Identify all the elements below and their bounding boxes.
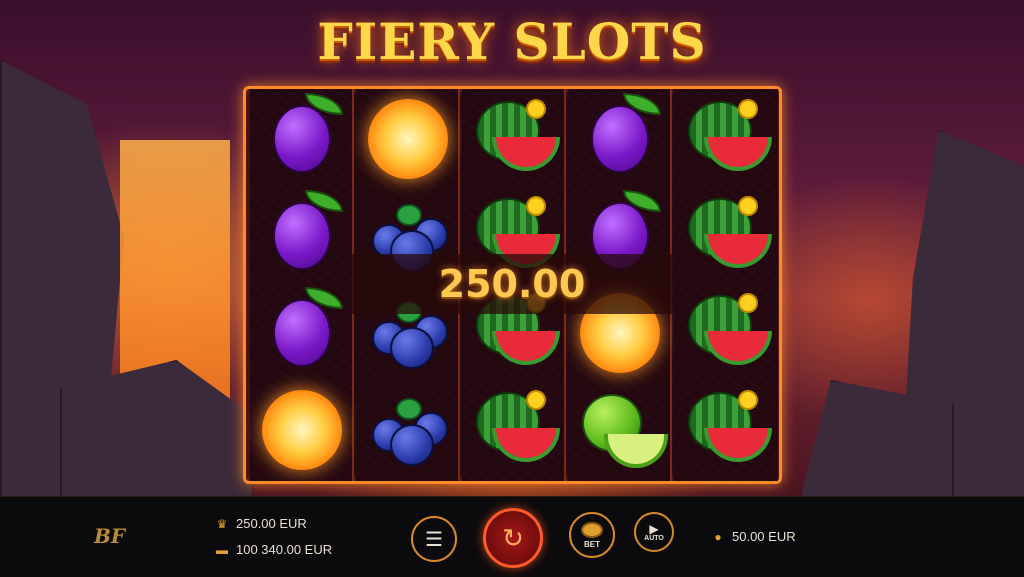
reel-cell [568,91,672,187]
trophy-icon: ♛ [216,516,228,531]
balance-display: ▬ 100 340.00 EUR [216,542,332,557]
reel-cell [462,382,566,478]
bet-amount-display: ● 50.00 EUR [712,529,796,544]
reel-cell [250,382,354,478]
blueberry-symbol [368,398,448,466]
win-amount: 250.00 [438,262,586,306]
brand-logo: BF [94,524,126,548]
coin-stack-icon [581,521,603,538]
reel-cell [356,382,460,478]
watermelon-symbol [686,291,772,375]
reel-cell [568,382,672,478]
menu-icon: ☰ [425,528,443,551]
reel-cell [674,285,778,381]
reel-cell [674,188,778,284]
watermelon-symbol [474,97,560,181]
wallet-icon: ▬ [216,542,228,557]
autoplay-button[interactable]: ▶ AUTO [634,512,674,552]
watermelon-symbol [686,194,772,278]
plum-symbol [273,287,343,367]
bet-amount-value: 50.00 EUR [732,529,796,544]
reel-cell [674,382,778,478]
last-win-value: 250.00 EUR [236,516,307,531]
balance-value: 100 340.00 EUR [236,542,333,557]
sun-symbol [368,99,448,179]
menu-button[interactable]: ☰ [411,516,457,562]
reel-5 [674,89,778,481]
watermelon-symbol [686,388,772,472]
bet-button[interactable]: BET [569,512,615,558]
plum-symbol [273,93,343,173]
bet-label: BET [584,539,600,549]
last-win-display: ♛ 250.00 EUR [216,516,307,531]
reel-cell [250,285,354,381]
plum-symbol [591,93,661,173]
coins-icon: ● [714,529,722,544]
sun-symbol [262,390,342,470]
reel-cell [674,91,778,187]
game-title: FIERY SLOTS [317,12,707,71]
reel-cell [250,91,354,187]
plum-symbol [273,190,343,270]
win-banner: 250.00 [352,254,672,314]
watermelon-symbol [474,388,560,472]
lime-symbol [580,388,668,472]
reel-cell [356,91,460,187]
play-icon: ▶ [649,522,659,536]
reel-cell [250,188,354,284]
spin-button[interactable]: ↻ [483,508,543,568]
reel-cell [462,91,566,187]
reel-1 [250,89,354,481]
watermelon-symbol [686,97,772,181]
spin-arrow-icon: ↻ [502,522,524,553]
auto-label: AUTO [644,535,664,542]
